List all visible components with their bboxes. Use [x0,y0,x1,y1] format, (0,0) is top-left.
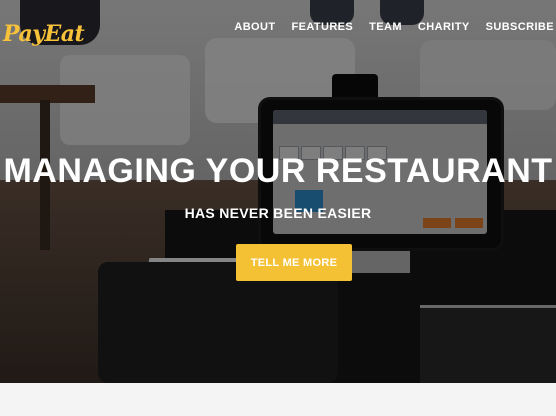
brand-logo[interactable]: PayEat [3,21,85,47]
hero-section: PayEat ABOUT FEATURES TEAM CHARITY SUBSC… [0,0,556,383]
nav-item-features[interactable]: FEATURES [291,21,353,33]
main-nav: ABOUT FEATURES TEAM CHARITY SUBSCRIBE [234,21,554,33]
hero-headline: MANAGING YOUR RESTAURANT [3,152,553,190]
nav-item-team[interactable]: TEAM [369,21,402,33]
hero-overlay [0,0,556,383]
nav-item-charity[interactable]: CHARITY [418,21,470,33]
nav-item-about[interactable]: ABOUT [234,21,275,33]
next-section [0,383,556,416]
tell-me-more-button[interactable]: TELL ME MORE [236,244,352,281]
hero-subheadline: HAS NEVER BEEN EASIER [184,205,372,221]
nav-item-subscribe[interactable]: SUBSCRIBE [486,21,554,33]
